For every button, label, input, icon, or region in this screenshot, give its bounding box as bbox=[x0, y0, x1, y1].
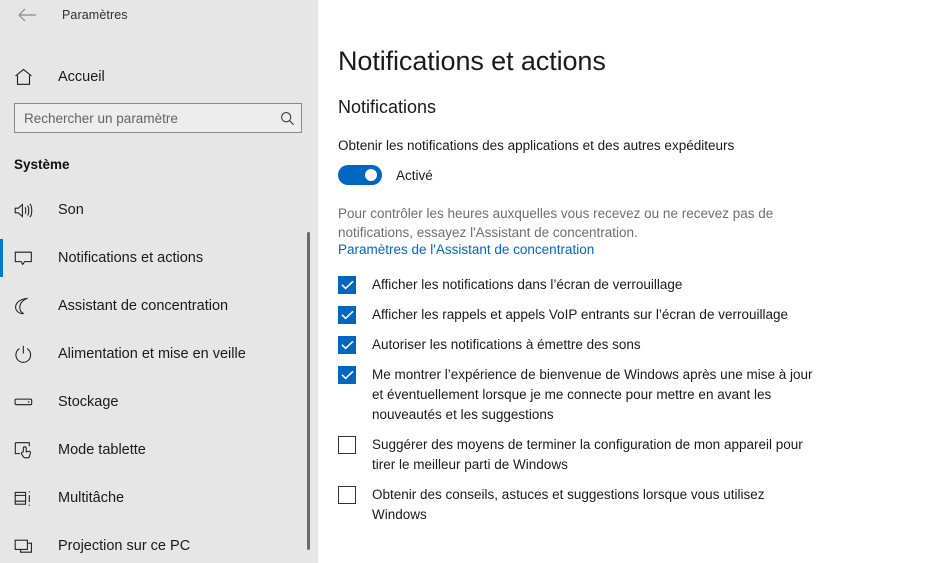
sidebar-item-mode-tablette[interactable]: Mode tablette bbox=[0, 426, 318, 474]
section-title-notifications: Notifications bbox=[338, 97, 437, 117]
sidebar: Paramètres Accueil Système bbox=[0, 0, 318, 563]
sidebar-item-alimentation-et-mise-en-veille[interactable]: Alimentation et mise en veille bbox=[0, 330, 318, 378]
sidebar-scrollbar-thumb[interactable] bbox=[307, 232, 310, 550]
back-arrow-icon[interactable] bbox=[14, 4, 40, 26]
speaker-icon bbox=[14, 202, 40, 219]
checkbox-label: Afficher les rappels et appels VoIP entr… bbox=[372, 307, 788, 322]
sidebar-item-label: Son bbox=[58, 202, 84, 218]
search-input[interactable] bbox=[15, 105, 273, 131]
sidebar-item-home[interactable]: Accueil bbox=[0, 57, 318, 97]
tablet-hand-icon bbox=[14, 441, 40, 459]
checkbox-row[interactable]: Suggérer des moyens de terminer la confi… bbox=[338, 435, 948, 475]
checkbox-voip-lock-screen[interactable] bbox=[338, 306, 356, 324]
checkbox-lock-screen-notifications[interactable] bbox=[338, 276, 356, 294]
sidebar-item-label: Projection sur ce PC bbox=[58, 538, 191, 554]
sidebar-item-projection-sur-ce-pc[interactable]: Projection sur ce PC bbox=[0, 522, 318, 563]
sidebar-item-label: Mode tablette bbox=[58, 442, 146, 458]
toggle-knob bbox=[365, 169, 377, 181]
notifications-master-toggle[interactable] bbox=[338, 165, 382, 185]
sidebar-item-stockage[interactable]: Stockage bbox=[0, 378, 318, 426]
sidebar-item-label: Alimentation et mise en veille bbox=[58, 346, 246, 362]
checkbox-windows-welcome-experience[interactable] bbox=[338, 366, 356, 384]
focus-assist-hint: Pour contrôler les heures auxquelles vou… bbox=[338, 206, 774, 240]
projection-icon bbox=[14, 538, 40, 555]
sidebar-item-label: Assistant de concentration bbox=[58, 298, 229, 314]
checkbox-suggest-setup-ways[interactable] bbox=[338, 436, 356, 454]
main-content: Notifications et actions Notifications O… bbox=[318, 0, 948, 563]
search-icon[interactable] bbox=[273, 111, 301, 126]
home-icon bbox=[14, 68, 40, 86]
checkbox-label: Me montrer l’expérience de bienvenue de … bbox=[372, 367, 813, 422]
sidebar-scrollbar[interactable] bbox=[303, 232, 315, 558]
sidebar-item-multitache[interactable]: Multitâche bbox=[0, 474, 318, 522]
power-icon bbox=[14, 345, 40, 363]
multitask-icon bbox=[14, 490, 40, 507]
checkbox-row[interactable]: Obtenir des conseils, astuces et suggest… bbox=[338, 485, 948, 525]
title-bar: Paramètres bbox=[0, 0, 318, 30]
home-label: Accueil bbox=[58, 69, 105, 85]
sidebar-item-notifications-et-actions[interactable]: Notifications et actions bbox=[0, 234, 318, 282]
focus-assist-settings-link[interactable]: Paramètres de l'Assistant de concentrati… bbox=[338, 242, 594, 257]
settings-window: Paramètres Accueil Système bbox=[0, 0, 948, 563]
sidebar-nav-list: Son Notifications et actions Assistant d… bbox=[0, 186, 318, 563]
drive-icon bbox=[14, 396, 40, 408]
sidebar-item-assistant-de-concentration[interactable]: Assistant de concentration bbox=[0, 282, 318, 330]
sidebar-item-label: Multitâche bbox=[58, 490, 125, 506]
search-box[interactable] bbox=[14, 103, 302, 133]
master-toggle-row: Activé bbox=[338, 165, 948, 185]
checkbox-notification-sounds[interactable] bbox=[338, 336, 356, 354]
checkbox-row[interactable]: Autoriser les notifications à émettre de… bbox=[338, 335, 948, 355]
sidebar-item-label: Stockage bbox=[58, 394, 119, 410]
sidebar-group-header: Système bbox=[14, 157, 70, 172]
checkbox-row[interactable]: Me montrer l’expérience de bienvenue de … bbox=[338, 365, 948, 425]
checkbox-label: Afficher les notifications dans l’écran … bbox=[372, 277, 683, 292]
notification-options-list: Afficher les notifications dans l’écran … bbox=[338, 275, 948, 525]
speech-bubble-icon bbox=[14, 250, 40, 267]
checkbox-row[interactable]: Afficher les notifications dans l’écran … bbox=[338, 275, 948, 295]
toggle-state-label: Activé bbox=[396, 167, 433, 183]
sidebar-item-son[interactable]: Son bbox=[0, 186, 318, 234]
checkbox-label: Suggérer des moyens de terminer la confi… bbox=[372, 437, 803, 472]
page-title: Notifications et actions bbox=[338, 46, 606, 76]
app-title: Paramètres bbox=[62, 8, 128, 22]
checkbox-label: Autoriser les notifications à émettre de… bbox=[372, 337, 641, 352]
checkbox-tips-tricks-suggestions[interactable] bbox=[338, 486, 356, 504]
master-setting-description: Obtenir les notifications des applicatio… bbox=[338, 138, 735, 153]
moon-icon bbox=[14, 297, 40, 315]
checkbox-row[interactable]: Afficher les rappels et appels VoIP entr… bbox=[338, 305, 948, 325]
sidebar-item-label: Notifications et actions bbox=[58, 250, 204, 266]
checkbox-label: Obtenir des conseils, astuces et suggest… bbox=[372, 487, 765, 522]
